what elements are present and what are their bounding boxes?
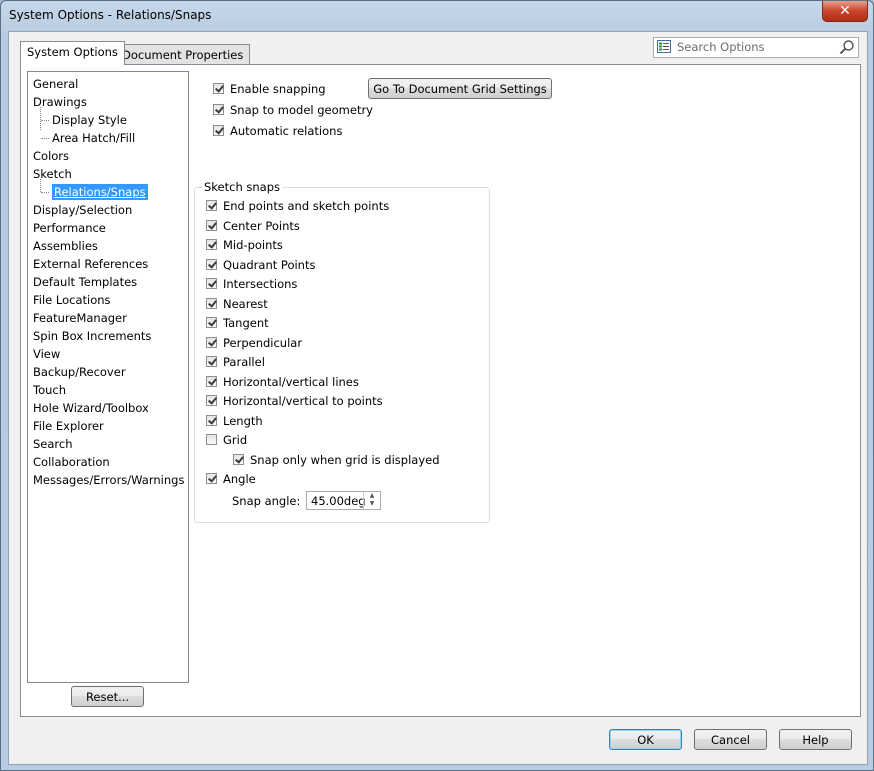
tree-item-collaboration[interactable]: Collaboration bbox=[33, 453, 110, 471]
tree-item-hole-wizard-toolbox[interactable]: Hole Wizard/Toolbox bbox=[33, 399, 149, 417]
tree-item-performance[interactable]: Performance bbox=[33, 219, 106, 237]
ok-button[interactable]: OK bbox=[609, 729, 682, 750]
tree-item-default-templates[interactable]: Default Templates bbox=[33, 273, 137, 291]
go-to-document-grid-settings-button[interactable]: Go To Document Grid Settings bbox=[368, 78, 552, 99]
window-title: System Options - Relations/Snaps bbox=[9, 8, 212, 22]
snap-nearest-checkbox[interactable] bbox=[206, 298, 217, 309]
tree-item-area-hatch-fill[interactable]: Area Hatch/Fill bbox=[52, 129, 135, 147]
tree-connector bbox=[40, 107, 41, 130]
tree-connector bbox=[40, 179, 41, 192]
spin-down-icon[interactable]: ▼ bbox=[364, 500, 380, 508]
tree-item-display-selection[interactable]: Display/Selection bbox=[33, 201, 132, 219]
snap-grid-checkbox[interactable] bbox=[206, 434, 217, 445]
tree-connector bbox=[41, 120, 49, 121]
snap-length-checkbox[interactable] bbox=[206, 415, 217, 426]
snap-horizontal-vertical-to-points-checkbox[interactable] bbox=[206, 395, 217, 406]
options-list-icon bbox=[657, 40, 671, 53]
tree-item-file-locations[interactable]: File Locations bbox=[33, 291, 111, 309]
tree-item-drawings[interactable]: Drawings bbox=[33, 93, 87, 111]
sketch-snaps-group: Sketch snaps End points and sketch point… bbox=[194, 180, 490, 523]
reset-button[interactable]: Reset... bbox=[71, 686, 144, 707]
automatic-relations-checkbox[interactable] bbox=[213, 125, 224, 136]
tree-item-spin-box-increments[interactable]: Spin Box Increments bbox=[33, 327, 151, 345]
spin-arrows[interactable]: ▲ ▼ bbox=[363, 492, 380, 509]
system-options-panel: General Drawings Display Style Area Hatc… bbox=[20, 64, 861, 717]
snap-angle-input[interactable]: 45.00deg bbox=[311, 494, 366, 508]
snap-to-model-geometry-checkbox[interactable] bbox=[213, 104, 224, 115]
tree-item-backup-recover[interactable]: Backup/Recover bbox=[33, 363, 126, 381]
tab-document-properties[interactable]: Document Properties bbox=[115, 44, 251, 65]
snap-end-points-checkbox[interactable] bbox=[206, 200, 217, 211]
tree-item-sketch[interactable]: Sketch bbox=[33, 165, 72, 183]
dialog-window: System Options - Relations/Snaps ✕ Syste… bbox=[0, 0, 874, 771]
tree-item-file-explorer[interactable]: File Explorer bbox=[33, 417, 104, 435]
search-input[interactable]: Search Options bbox=[677, 40, 765, 54]
tree-item-featuremanager[interactable]: FeatureManager bbox=[33, 309, 127, 327]
snap-center-points-checkbox[interactable] bbox=[206, 220, 217, 231]
tree-item-colors[interactable]: Colors bbox=[33, 147, 69, 165]
snap-quadrant-points-checkbox[interactable] bbox=[206, 259, 217, 270]
search-options-box[interactable]: Search Options bbox=[653, 37, 859, 58]
sketch-snaps-title: Sketch snaps bbox=[202, 180, 283, 194]
title-bar[interactable]: System Options - Relations/Snaps ✕ bbox=[1, 1, 873, 31]
dialog-client: System Options Document Properties Searc… bbox=[8, 31, 868, 765]
tree-item-relations-snaps[interactable]: Relations/Snaps bbox=[52, 183, 148, 201]
close-icon: ✕ bbox=[839, 3, 851, 19]
spin-up-icon[interactable]: ▲ bbox=[364, 492, 380, 500]
tab-system-options[interactable]: System Options bbox=[20, 41, 125, 65]
tree-item-touch[interactable]: Touch bbox=[33, 381, 66, 399]
help-button[interactable]: Help bbox=[779, 729, 852, 750]
tree-item-view[interactable]: View bbox=[33, 345, 60, 363]
enable-snapping-checkbox[interactable] bbox=[213, 83, 224, 94]
snap-perpendicular-checkbox[interactable] bbox=[206, 337, 217, 348]
snap-mid-points-checkbox[interactable] bbox=[206, 239, 217, 250]
tree-item-general[interactable]: General bbox=[33, 75, 78, 93]
snap-horizontal-vertical-lines-checkbox[interactable] bbox=[206, 376, 217, 387]
snap-angle-spinbox[interactable]: 45.00deg ▲ ▼ bbox=[306, 491, 381, 510]
magnifier-icon[interactable] bbox=[839, 39, 855, 55]
options-tree[interactable]: General Drawings Display Style Area Hatc… bbox=[27, 71, 189, 683]
snap-parallel-checkbox[interactable] bbox=[206, 356, 217, 367]
tree-item-search[interactable]: Search bbox=[33, 435, 73, 453]
cancel-button[interactable]: Cancel bbox=[694, 729, 767, 750]
tree-connector bbox=[41, 138, 49, 139]
snap-tangent-checkbox[interactable] bbox=[206, 317, 217, 328]
snap-only-when-grid-displayed-checkbox[interactable] bbox=[233, 454, 244, 465]
tree-item-display-style[interactable]: Display Style bbox=[52, 111, 127, 129]
tree-connector bbox=[41, 192, 49, 193]
tree-item-assemblies[interactable]: Assemblies bbox=[33, 237, 98, 255]
snap-angle-label: Snap angle: bbox=[232, 494, 301, 508]
tree-item-external-references[interactable]: External References bbox=[33, 255, 148, 273]
tree-item-messages-errors-warnings[interactable]: Messages/Errors/Warnings bbox=[33, 471, 184, 489]
close-button[interactable]: ✕ bbox=[822, 1, 868, 22]
snap-angle-checkbox[interactable] bbox=[206, 473, 217, 484]
snap-intersections-checkbox[interactable] bbox=[206, 278, 217, 289]
